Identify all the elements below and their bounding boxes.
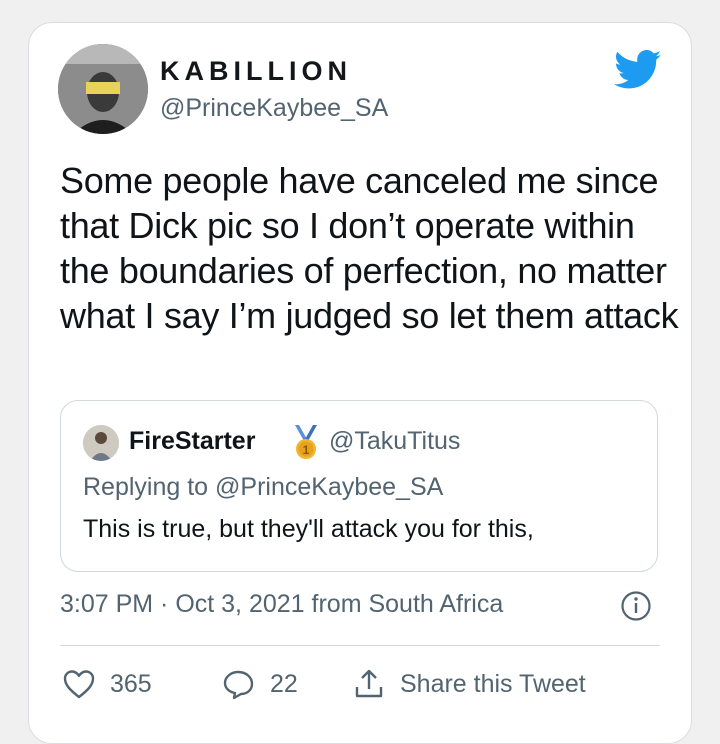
tweet-text: Some people have canceled me since that … [60,160,679,336]
tweet-timestamp[interactable]: 3:07 PM · Oct 3, 2021 from South Africa [60,590,503,619]
like-button[interactable]: 365 [62,666,152,702]
avatar[interactable] [58,44,148,134]
divider [60,645,660,646]
heart-icon [62,668,96,700]
reply-bubble-icon [222,668,256,700]
tweet-card [28,22,692,744]
svg-text:1: 1 [303,443,310,457]
quoted-handle[interactable]: @TakuTitus [329,427,460,456]
display-name[interactable]: KABILLION [160,56,352,87]
share-label: Share this Tweet [400,669,586,698]
medal-icon: 1 [291,425,321,461]
like-count: 365 [110,669,152,698]
reply-count: 22 [270,669,298,698]
twitter-bird-icon[interactable] [614,50,662,90]
quoted-display-name[interactable]: FireStarter [129,427,255,456]
handle[interactable]: @PrinceKaybee_SA [160,94,388,123]
quoted-text: This is true, but they'll attack you for… [83,515,534,543]
info-icon[interactable] [620,590,652,622]
quoted-avatar[interactable] [83,425,119,461]
replying-to: Replying to @PrinceKaybee_SA [83,473,444,501]
share-button[interactable]: Share this Tweet [352,666,586,702]
share-icon [352,668,386,700]
reply-button[interactable]: 22 [222,666,298,702]
quoted-tweet[interactable]: FireStarter 1 @TakuTitus Replying to @Pr… [60,400,658,572]
